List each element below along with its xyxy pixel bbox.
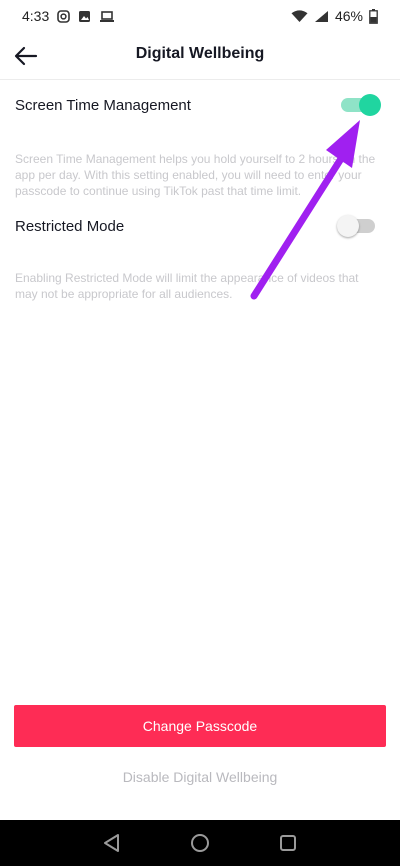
home-circle-icon[interactable] <box>189 832 211 854</box>
status-bar-left: 4:33 <box>0 8 115 24</box>
page-title: Digital Wellbeing <box>135 45 265 62</box>
change-passcode-button[interactable]: Change Passcode <box>14 705 386 747</box>
app-header: Digital Wellbeing <box>0 32 400 80</box>
restricted-mode-label: Restricted Mode <box>15 217 125 235</box>
signal-icon <box>314 10 328 22</box>
recents-square-icon[interactable] <box>277 832 299 854</box>
screen-time-description: Screen Time Management helps you hold yo… <box>15 152 376 198</box>
battery-percent: 46% <box>334 8 363 24</box>
status-time: 4:33 <box>22 8 50 24</box>
battery-icon <box>369 8 378 24</box>
screen-time-toggle[interactable] <box>341 94 381 116</box>
status-bar: 4:33 46% <box>0 0 400 32</box>
setting-row-screen-time: Screen Time Management <box>15 90 385 120</box>
disable-digital-wellbeing-button[interactable]: Disable Digital Wellbeing <box>0 769 400 785</box>
restricted-mode-description: Enabling Restricted Mode will limit the … <box>15 271 359 301</box>
wifi-icon <box>291 9 308 22</box>
instagram-icon <box>57 9 71 23</box>
system-nav-bar <box>0 820 400 866</box>
setting-row-restricted-mode: Restricted Mode <box>15 211 385 241</box>
screen-time-label: Screen Time Management <box>15 96 191 114</box>
toggle-knob <box>359 94 381 116</box>
back-triangle-icon[interactable] <box>101 832 123 854</box>
laptop-icon <box>100 10 115 22</box>
restricted-mode-toggle[interactable] <box>337 215 375 237</box>
image-icon <box>79 10 91 22</box>
status-bar-right: 46% <box>291 8 378 24</box>
toggle-knob <box>337 215 359 237</box>
